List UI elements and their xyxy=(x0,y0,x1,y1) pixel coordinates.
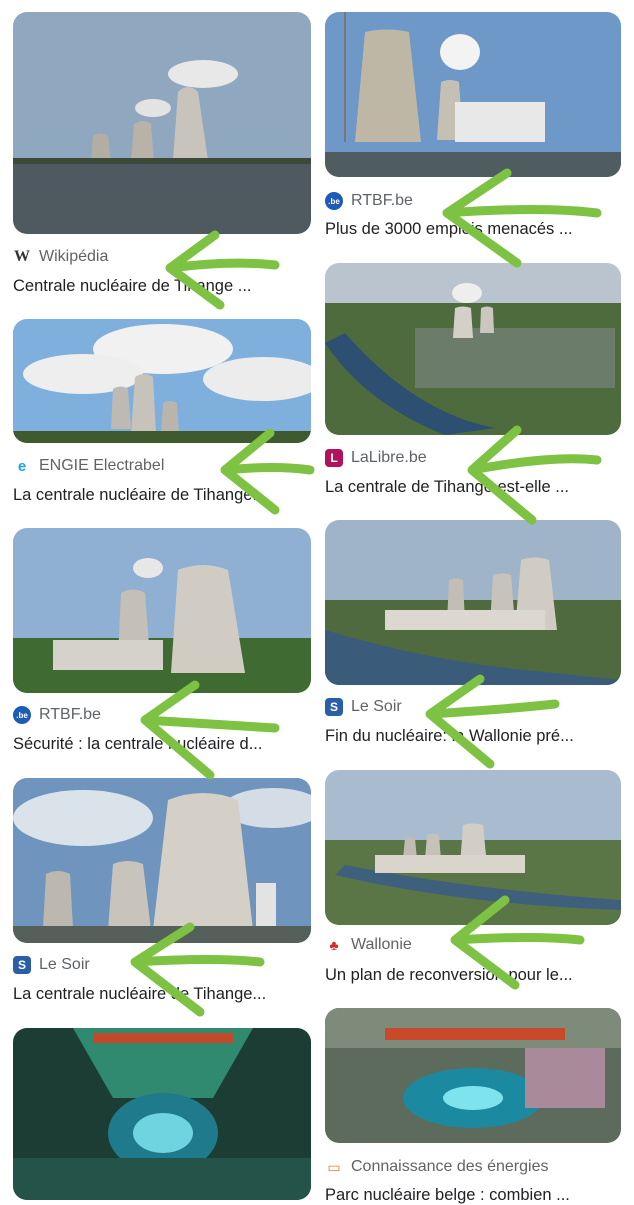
result-thumbnail[interactable] xyxy=(325,1008,621,1143)
result-thumbnail[interactable] xyxy=(325,520,621,685)
result-source[interactable]: .be RTBF.be xyxy=(13,706,101,724)
result-card[interactable]: S Le Soir Fin du nucléaire: la Wallonie … xyxy=(325,520,621,752)
result-source-name: Le Soir xyxy=(351,698,402,715)
result-source[interactable]: S Le Soir xyxy=(325,698,402,716)
result-title[interactable]: Centrale nucléaire de Tihange ... xyxy=(13,277,303,296)
result-source-name: Connaissance des énergies xyxy=(351,1158,549,1175)
result-thumbnail[interactable] xyxy=(13,528,311,693)
wikipedia-icon: W xyxy=(13,248,31,266)
result-title[interactable]: Un plan de reconversion pour le... xyxy=(325,966,615,985)
result-card[interactable]: S Le Soir La centrale nucléaire de Tihan… xyxy=(13,778,311,1008)
result-title[interactable]: La centrale nucléaire de Tihange... xyxy=(13,486,303,505)
result-thumbnail[interactable] xyxy=(325,263,621,435)
result-source-name: LaLibre.be xyxy=(351,449,427,466)
result-source[interactable]: S Le Soir xyxy=(13,956,90,974)
result-title[interactable]: Plus de 3000 emplois menacés ... xyxy=(325,220,615,239)
rtbf-icon: .be xyxy=(13,706,31,724)
result-card[interactable]: ▭ Connaissance des énergies Parc nucléai… xyxy=(325,1008,621,1204)
result-source[interactable]: ♣ Wallonie xyxy=(325,936,412,954)
lesoir-icon: S xyxy=(325,698,343,716)
wallonie-rooster-icon: ♣ xyxy=(325,936,343,954)
result-card[interactable] xyxy=(13,1028,311,1200)
result-source[interactable]: e ENGIE Electrabel xyxy=(13,457,164,475)
result-title[interactable]: La centrale nucléaire de Tihange... xyxy=(13,985,303,1004)
result-thumbnail[interactable] xyxy=(13,778,311,943)
result-card[interactable]: ♣ Wallonie Un plan de reconversion pour … xyxy=(325,770,621,1002)
engie-icon: e xyxy=(13,457,31,475)
result-source-name: RTBF.be xyxy=(39,706,101,723)
result-source[interactable]: .be RTBF.be xyxy=(325,192,413,210)
result-source-name: Le Soir xyxy=(39,956,90,973)
result-title[interactable]: Parc nucléaire belge : combien ... xyxy=(325,1186,615,1205)
result-source-name: ENGIE Electrabel xyxy=(39,457,165,474)
rtbf-icon: .be xyxy=(325,192,343,210)
result-card[interactable]: e ENGIE Electrabel La centrale nucléaire… xyxy=(13,319,311,519)
result-title[interactable]: Sécurité : la centrale nucléaire d... xyxy=(13,735,303,754)
result-thumbnail[interactable] xyxy=(325,12,621,177)
result-source[interactable]: L LaLibre.be xyxy=(325,449,427,467)
lalibre-icon: L xyxy=(325,449,343,467)
result-source[interactable]: W Wikipédia xyxy=(13,248,108,266)
result-source-name: Wikipédia xyxy=(39,248,109,265)
result-thumbnail[interactable] xyxy=(13,12,311,234)
connaissance-energies-icon: ▭ xyxy=(325,1158,343,1176)
result-source-name: RTBF.be xyxy=(351,192,413,209)
result-card[interactable]: W Wikipédia Centrale nucléaire de Tihang… xyxy=(13,12,311,302)
lesoir-icon: S xyxy=(13,956,31,974)
result-card[interactable]: L LaLibre.be La centrale de Tihange est-… xyxy=(325,263,621,503)
result-source-name: Wallonie xyxy=(351,936,412,953)
result-thumbnail[interactable] xyxy=(325,770,621,925)
result-title[interactable]: La centrale de Tihange est-elle ... xyxy=(325,478,615,497)
result-title[interactable]: Fin du nucléaire: la Wallonie pré... xyxy=(325,727,615,746)
result-source[interactable]: ▭ Connaissance des énergies xyxy=(325,1158,548,1176)
result-thumbnail[interactable] xyxy=(13,1028,311,1200)
result-thumbnail[interactable] xyxy=(13,319,311,443)
result-card[interactable]: .be RTBF.be Plus de 3000 emplois menacés… xyxy=(325,12,621,252)
result-card[interactable]: .be RTBF.be Sécurité : la centrale nuclé… xyxy=(13,528,311,758)
